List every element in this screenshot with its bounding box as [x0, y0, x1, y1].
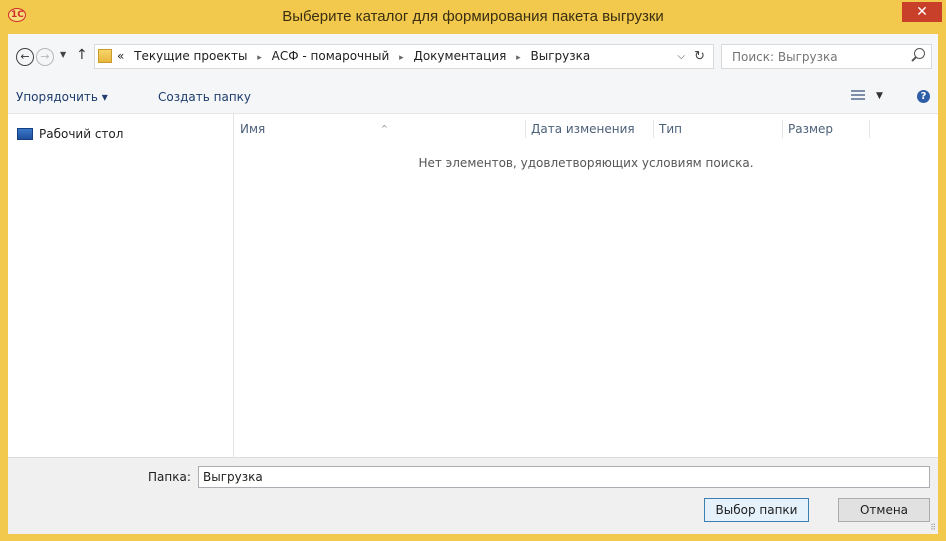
- back-arrow-icon[interactable]: ←: [16, 48, 34, 66]
- organize-button[interactable]: Упорядочить ▾: [16, 84, 108, 110]
- address-bar[interactable]: « Текущие проекты ▸ АСФ - помарочный ▸ Д…: [94, 44, 714, 69]
- select-folder-button[interactable]: Выбор папки: [704, 498, 809, 522]
- folder-picker-dialog: 1С Выберите каталог для формирования пак…: [0, 0, 946, 541]
- breadcrumb-separator-icon[interactable]: ▸: [257, 53, 262, 63]
- empty-state-message: Нет элементов, удовлетворяющих условиям …: [418, 156, 754, 170]
- column-header-name[interactable]: Имя ^: [234, 118, 525, 140]
- nav-item-label: Рабочий стол: [39, 127, 124, 141]
- column-header-date[interactable]: Дата изменения: [525, 118, 653, 140]
- dialog-body: ← → ▼ ↑ « Текущие проекты ▸ АСФ - помаро…: [8, 34, 938, 534]
- address-row: ← → ▼ ↑ « Текущие проекты ▸ АСФ - помаро…: [8, 34, 938, 84]
- breadcrumb: « Текущие проекты ▸ АСФ - помарочный ▸ Д…: [117, 45, 590, 68]
- navigation-pane: Рабочий стол: [8, 114, 234, 457]
- view-options-icon[interactable]: [851, 90, 865, 102]
- resize-grip-icon[interactable]: ⠿: [930, 523, 936, 532]
- footer-panel: Папка: Выбор папки Отмена ⠿: [8, 457, 938, 534]
- new-folder-button[interactable]: Создать папку: [158, 84, 251, 110]
- nav-item-desktop[interactable]: Рабочий стол: [17, 124, 123, 144]
- help-icon[interactable]: ?: [917, 90, 930, 103]
- view-dropdown-icon[interactable]: ▼: [876, 91, 883, 101]
- up-arrow-icon[interactable]: ↑: [76, 47, 88, 63]
- file-list: Имя ^ Дата изменения Тип Размер Нет элем…: [234, 114, 938, 457]
- address-dropdown-icon[interactable]: ⌵: [677, 45, 685, 68]
- breadcrumb-separator-icon[interactable]: ▸: [516, 53, 521, 63]
- close-button[interactable]: ✕: [902, 2, 942, 22]
- search-icon[interactable]: [914, 48, 925, 59]
- column-header-size[interactable]: Размер: [782, 118, 869, 140]
- search-box[interactable]: [721, 44, 932, 69]
- sort-ascending-icon: ^: [381, 124, 388, 133]
- window-title: Выберите каталог для формирования пакета…: [282, 8, 664, 25]
- breadcrumb-item[interactable]: Текущие проекты: [134, 49, 247, 63]
- breadcrumb-separator-icon[interactable]: ▸: [399, 53, 404, 63]
- cancel-button[interactable]: Отмена: [838, 498, 930, 522]
- title-bar[interactable]: 1С Выберите каталог для формирования пак…: [0, 0, 946, 34]
- refresh-icon[interactable]: ↻: [694, 45, 705, 68]
- forward-arrow-icon[interactable]: →: [36, 48, 54, 66]
- breadcrumb-item[interactable]: Выгрузка: [531, 49, 591, 63]
- breadcrumb-overflow[interactable]: «: [117, 49, 124, 63]
- recent-locations-chevron-icon[interactable]: ▼: [60, 50, 66, 59]
- breadcrumb-item[interactable]: Документация: [413, 49, 506, 63]
- folder-icon: [98, 49, 112, 63]
- column-header-name-label: Имя: [240, 122, 266, 136]
- folder-label: Папка:: [148, 470, 191, 484]
- breadcrumb-item[interactable]: АСФ - помарочный: [272, 49, 390, 63]
- column-divider[interactable]: [869, 120, 870, 138]
- search-input[interactable]: [722, 45, 912, 68]
- toolbar: Упорядочить ▾ Создать папку ▼ ?: [8, 84, 938, 114]
- folder-input[interactable]: [199, 467, 929, 487]
- folder-field[interactable]: [198, 466, 930, 488]
- column-header-type[interactable]: Тип: [653, 118, 782, 140]
- desktop-icon: [17, 128, 33, 140]
